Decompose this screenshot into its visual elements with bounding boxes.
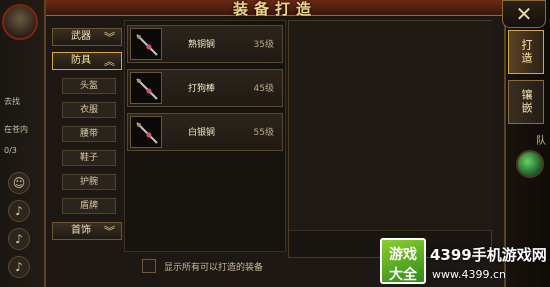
- chevron-up-icon: ︽: [104, 55, 115, 68]
- armor-item-shield[interactable]: 盾牌: [62, 198, 116, 214]
- armor-item-bracer[interactable]: 护腕: [62, 174, 116, 190]
- team-label[interactable]: 队: [536, 132, 546, 147]
- potion-orb-icon[interactable]: [516, 150, 544, 178]
- close-button[interactable]: ✕: [502, 0, 546, 28]
- armor-item-belt[interactable]: 腰带: [62, 126, 116, 142]
- category-weapon[interactable]: 武器 ︾: [52, 28, 122, 46]
- recipe-row[interactable]: 白银锏 55级: [127, 113, 283, 151]
- recipe-level: 35级: [253, 40, 274, 50]
- recipe-row[interactable]: 熟铜锏 35级: [127, 25, 283, 63]
- staff-icon: [130, 72, 162, 104]
- show-all-row: 显示所有可以打造的装备: [142, 258, 263, 274]
- left-hud: 去找 在苍内 0/3 ☺ ♪ ♪ ♪: [0, 0, 44, 287]
- quest-counter: 0/3: [4, 146, 17, 155]
- detail-pane: [288, 20, 493, 258]
- quest-text-1: 去找: [4, 97, 20, 106]
- armor-item-shoes[interactable]: 鞋子: [62, 150, 116, 166]
- watermark-url: www.4399.cn: [432, 268, 506, 281]
- recipe-name: 熟铜锏: [188, 40, 216, 50]
- emoji-icon[interactable]: ☺: [8, 172, 30, 194]
- recipe-name: 打狗棒: [188, 84, 216, 94]
- category-jewelry-label: 首饰: [71, 225, 91, 236]
- player-portrait[interactable]: [2, 4, 38, 40]
- category-weapon-label: 武器: [71, 31, 91, 42]
- armor-item-clothes[interactable]: 衣服: [62, 102, 116, 118]
- recipe-row[interactable]: 打狗棒 45级: [127, 69, 283, 107]
- category-sidebar: 武器 ︾ 防具 ︽ 头盔 衣服 腰带 鞋子 护腕 盾牌 首饰 ︾: [52, 22, 122, 284]
- microphone-icon-2[interactable]: ♪: [8, 228, 30, 250]
- show-all-label: 显示所有可以打造的装备: [164, 262, 264, 273]
- mace-icon: [130, 28, 162, 60]
- watermark-logo-top: 游戏: [389, 247, 417, 263]
- microphone-icon-3[interactable]: ♪: [8, 256, 30, 278]
- mace-icon: [130, 116, 162, 148]
- show-all-checkbox[interactable]: [142, 259, 156, 273]
- window-title: 装备打造: [232, 0, 317, 18]
- chevron-down-icon: ︾: [104, 225, 115, 238]
- microphone-icon[interactable]: ♪: [8, 200, 30, 222]
- recipe-list: 熟铜锏 35级 打狗棒 45级 白银锏 55级: [124, 20, 286, 252]
- chevron-down-icon: ︾: [104, 31, 115, 44]
- detail-content: [289, 21, 493, 231]
- watermark: 游戏 大全 4399手机游戏网 www.4399.cn: [378, 236, 550, 286]
- tab-inlay[interactable]: 镶嵌: [508, 80, 544, 124]
- recipe-level: 45级: [253, 84, 274, 94]
- category-jewelry[interactable]: 首饰 ︾: [52, 222, 122, 240]
- recipe-name: 白银锏: [188, 128, 216, 138]
- watermark-title: 4399手机游戏网: [430, 246, 547, 264]
- watermark-logo: 游戏 大全: [380, 238, 426, 284]
- watermark-logo-bottom: 大全: [389, 267, 417, 283]
- tab-craft[interactable]: 打造: [508, 30, 544, 74]
- category-armor[interactable]: 防具 ︽: [52, 52, 122, 70]
- armor-item-helmet[interactable]: 头盔: [62, 78, 116, 94]
- quest-text-2: 在苍内: [4, 125, 28, 134]
- category-armor-label: 防具: [71, 55, 91, 66]
- title-bar: 装备打造: [46, 0, 504, 18]
- recipe-level: 55级: [253, 128, 274, 138]
